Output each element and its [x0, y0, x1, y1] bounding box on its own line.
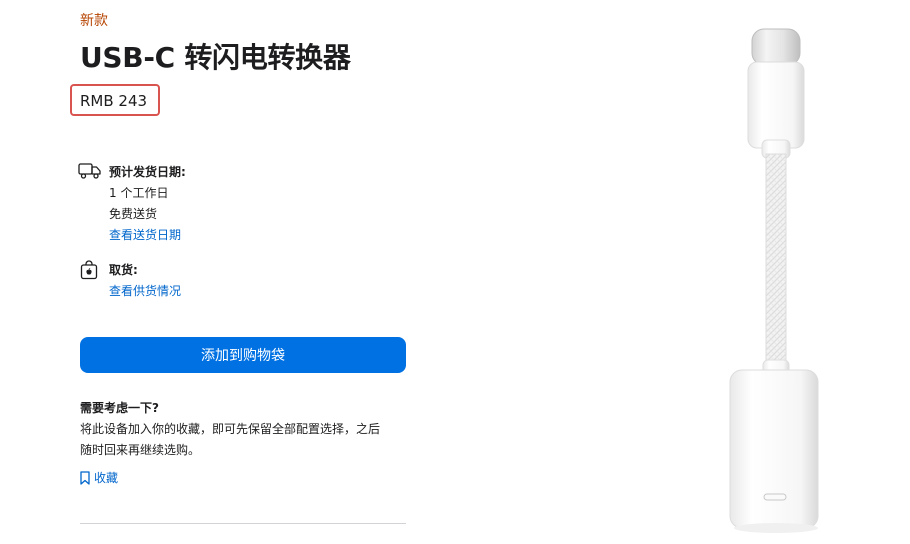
- save-button[interactable]: 收藏: [80, 469, 118, 486]
- shipping-free: 免费送货: [109, 207, 158, 221]
- truck-icon: [78, 163, 101, 179]
- save-label: 收藏: [94, 471, 119, 485]
- shipping-heading: 预计发货日期:: [109, 165, 186, 179]
- consider-text-line2: 随时回来再继续选购。: [80, 443, 201, 457]
- product-image: [729, 28, 819, 533]
- shipping-time: 1 个工作日: [109, 186, 169, 200]
- consider-section: 需要考虑一下? 将此设备加入你的收藏，即可先保留全部配置选择，之后 随时回来再继…: [80, 398, 400, 461]
- view-delivery-dates-link[interactable]: 查看送货日期: [109, 225, 186, 246]
- shipping-info: 预计发货日期: 1 个工作日 免费送货 查看送货日期: [109, 162, 186, 246]
- product-title: USB-C 转闪电转换器: [80, 41, 351, 74]
- consider-text-line1: 将此设备加入你的收藏，即可先保留全部配置选择，之后: [80, 422, 381, 436]
- bookmark-icon: [80, 470, 90, 485]
- new-badge: 新款: [80, 13, 108, 29]
- price-highlight-box: RMB 243: [70, 84, 160, 116]
- check-availability-link[interactable]: 查看供货情况: [109, 281, 181, 302]
- apple-bag-icon: [80, 260, 98, 280]
- pickup-info: 取货: 查看供货情况: [109, 260, 181, 302]
- section-divider: [80, 523, 406, 524]
- consider-heading: 需要考虑一下?: [80, 401, 159, 415]
- pickup-heading: 取货:: [109, 263, 138, 277]
- product-price: RMB 243: [80, 92, 148, 110]
- add-to-bag-button[interactable]: 添加到购物袋: [80, 337, 406, 373]
